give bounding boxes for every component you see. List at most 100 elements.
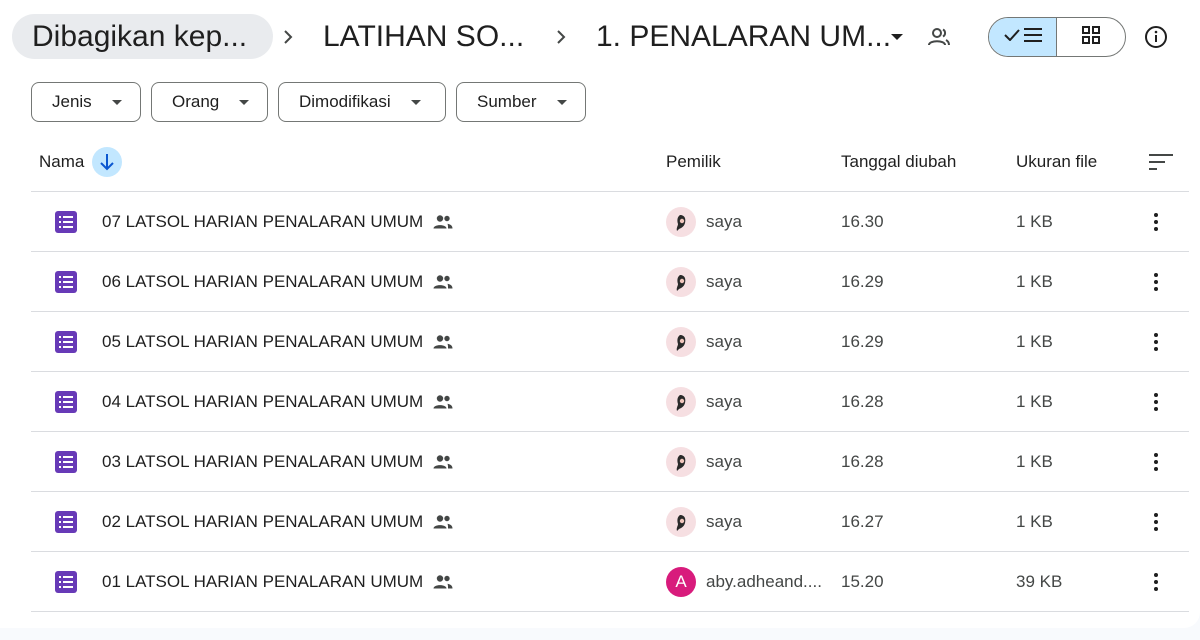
shared-people-icon xyxy=(433,334,453,350)
owner-name: saya xyxy=(706,332,742,351)
modified-date: 16.28 xyxy=(841,392,884,411)
modified-date: 16.28 xyxy=(841,452,884,471)
table-header: Nama Pemilik Tanggal diubah Ukuran file xyxy=(31,132,1189,192)
table-row[interactable]: 05 LATSOL HARIAN PENALARAN UMUM saya 16.… xyxy=(31,312,1189,372)
avatar xyxy=(666,507,696,537)
filter-chips: Jenis Orang Dimodifikasi Sumber xyxy=(31,82,586,122)
file-name-text: 05 LATSOL HARIAN PENALARAN UMUM xyxy=(102,332,424,351)
filter-people-label: Orang xyxy=(172,92,220,111)
column-header-size[interactable]: Ukuran file xyxy=(1016,132,1097,192)
more-vert-icon[interactable] xyxy=(1141,327,1171,357)
avatar xyxy=(666,327,696,357)
filter-source-label: Sumber xyxy=(477,92,537,111)
info-icon[interactable] xyxy=(1141,22,1171,52)
arrow-drop-down-icon xyxy=(111,99,122,105)
arrow-drop-down-icon xyxy=(410,99,421,105)
list-view-icon xyxy=(1023,27,1042,47)
file-name: 02 LATSOL HARIAN PENALARAN UMUM xyxy=(102,492,453,552)
drive-panel: Dibagikan kep... LATIHAN SO... 1. PENALA… xyxy=(0,0,1200,628)
file-name-text: 06 LATSOL HARIAN PENALARAN UMUM xyxy=(102,272,424,291)
filter-source[interactable]: Sumber xyxy=(456,82,586,122)
avatar xyxy=(666,207,696,237)
column-header-name[interactable]: Nama xyxy=(39,132,84,192)
file-name-text: 07 LATSOL HARIAN PENALARAN UMUM xyxy=(102,212,424,231)
owner-cell: A aby.adheand.... xyxy=(666,552,822,612)
shared-people-icon xyxy=(433,214,453,230)
file-name-text: 03 LATSOL HARIAN PENALARAN UMUM xyxy=(102,452,424,471)
owner-name: saya xyxy=(706,512,742,531)
shared-people-icon xyxy=(433,274,453,290)
grid-view-icon xyxy=(1082,25,1100,49)
avatar xyxy=(666,267,696,297)
owner-cell: saya xyxy=(666,192,742,252)
google-forms-icon xyxy=(55,511,77,533)
owner-cell: saya xyxy=(666,492,742,552)
shared-people-icon xyxy=(433,574,453,590)
file-name: 01 LATSOL HARIAN PENALARAN UMUM xyxy=(102,552,453,612)
owner-name: saya xyxy=(706,272,742,291)
sort-options-icon[interactable] xyxy=(1146,147,1176,177)
file-name-text: 02 LATSOL HARIAN PENALARAN UMUM xyxy=(102,512,424,531)
google-forms-icon xyxy=(55,391,77,413)
arrow-drop-down-icon[interactable] xyxy=(884,22,910,52)
more-vert-icon[interactable] xyxy=(1141,447,1171,477)
shared-people-icon xyxy=(433,394,453,410)
more-vert-icon[interactable] xyxy=(1141,567,1171,597)
view-toggle xyxy=(988,17,1126,57)
owner-cell: saya xyxy=(666,312,742,372)
more-vert-icon[interactable] xyxy=(1141,507,1171,537)
owner-cell: saya xyxy=(666,252,742,312)
avatar xyxy=(666,447,696,477)
table-row[interactable]: 06 LATSOL HARIAN PENALARAN UMUM saya 16.… xyxy=(31,252,1189,312)
table-row[interactable]: 02 LATSOL HARIAN PENALARAN UMUM saya 16.… xyxy=(31,492,1189,552)
owner-name: aby.adheand.... xyxy=(706,572,822,591)
file-size: 1 KB xyxy=(1016,272,1053,291)
breadcrumb-item-shared[interactable]: Dibagikan kep... xyxy=(12,14,273,59)
table-row[interactable]: 04 LATSOL HARIAN PENALARAN UMUM saya 16.… xyxy=(31,372,1189,432)
modified-date: 16.30 xyxy=(841,212,884,231)
share-people-icon[interactable] xyxy=(924,22,954,52)
more-vert-icon[interactable] xyxy=(1141,267,1171,297)
owner-cell: saya xyxy=(666,432,742,492)
file-size: 1 KB xyxy=(1016,332,1053,351)
file-name-text: 04 LATSOL HARIAN PENALARAN UMUM xyxy=(102,392,424,411)
google-forms-icon xyxy=(55,271,77,293)
arrow-down-icon[interactable] xyxy=(92,147,122,177)
filter-modified-label: Dimodifikasi xyxy=(299,92,391,111)
breadcrumb: Dibagikan kep... LATIHAN SO... 1. PENALA… xyxy=(0,0,1200,74)
arrow-drop-down-icon xyxy=(239,99,250,105)
avatar xyxy=(666,387,696,417)
google-forms-icon xyxy=(55,331,77,353)
file-name: 04 LATSOL HARIAN PENALARAN UMUM xyxy=(102,372,453,432)
grid-view-button[interactable] xyxy=(1057,18,1125,56)
column-header-owner[interactable]: Pemilik xyxy=(666,132,721,192)
file-name-text: 01 LATSOL HARIAN PENALARAN UMUM xyxy=(102,572,424,591)
shared-people-icon xyxy=(433,514,453,530)
table-row[interactable]: 01 LATSOL HARIAN PENALARAN UMUM A aby.ad… xyxy=(31,552,1189,612)
file-size: 1 KB xyxy=(1016,392,1053,411)
chevron-right-icon xyxy=(279,22,297,52)
more-vert-icon[interactable] xyxy=(1141,207,1171,237)
more-vert-icon[interactable] xyxy=(1141,387,1171,417)
modified-date: 16.29 xyxy=(841,332,884,351)
file-name: 03 LATSOL HARIAN PENALARAN UMUM xyxy=(102,432,453,492)
google-forms-icon xyxy=(55,211,77,233)
table-row[interactable]: 07 LATSOL HARIAN PENALARAN UMUM saya 16.… xyxy=(31,192,1189,252)
breadcrumb-item-current-folder[interactable]: 1. PENALARAN UM... xyxy=(596,14,891,59)
filter-people[interactable]: Orang xyxy=(151,82,268,122)
filter-modified[interactable]: Dimodifikasi xyxy=(278,82,446,122)
breadcrumb-item-latihan[interactable]: LATIHAN SO... xyxy=(323,14,524,59)
list-view-button[interactable] xyxy=(989,18,1057,56)
filter-type[interactable]: Jenis xyxy=(31,82,141,122)
file-name: 06 LATSOL HARIAN PENALARAN UMUM xyxy=(102,252,453,312)
owner-name: saya xyxy=(706,212,742,231)
owner-cell: saya xyxy=(666,372,742,432)
check-icon xyxy=(1003,28,1020,46)
file-size: 1 KB xyxy=(1016,212,1053,231)
table-row[interactable]: 03 LATSOL HARIAN PENALARAN UMUM saya 16.… xyxy=(31,432,1189,492)
modified-date: 16.29 xyxy=(841,272,884,291)
owner-name: saya xyxy=(706,452,742,471)
file-size: 1 KB xyxy=(1016,452,1053,471)
column-header-modified[interactable]: Tanggal diubah xyxy=(841,132,956,192)
avatar: A xyxy=(666,567,696,597)
